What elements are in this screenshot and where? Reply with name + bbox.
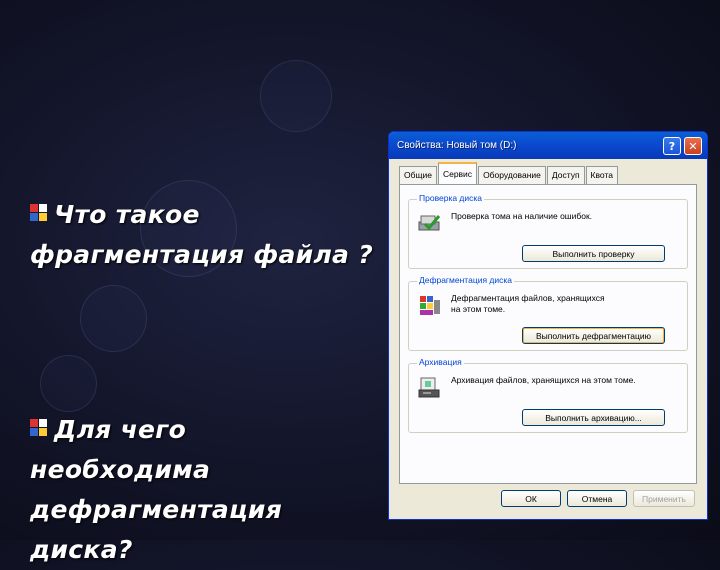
bullet-defragmentation: Для чего необходима дефрагментация диска…	[30, 410, 360, 570]
group-title: Дефрагментация диска	[417, 275, 514, 285]
title-bar[interactable]: Свойства: Новый том (D:) ? ✕	[389, 132, 707, 159]
group-check-disk: Проверка диска Проверка тома на наличие …	[408, 193, 688, 269]
cancel-button[interactable]: Отмена	[567, 490, 627, 507]
dialog-title: Свойства: Новый том (D:)	[397, 140, 517, 151]
tab-hardware[interactable]: Оборудование	[478, 166, 546, 184]
decor-circle	[80, 285, 147, 352]
tools-panel: Проверка диска Проверка тома на наличие …	[399, 184, 697, 484]
decor-circle	[40, 355, 97, 412]
group-description: Архивация файлов, хранящихся на этом том…	[451, 375, 636, 385]
decor-circle	[260, 60, 332, 132]
check-disk-icon	[418, 215, 441, 231]
run-defrag-button[interactable]: Выполнить дефрагментацию	[522, 327, 665, 344]
tab-quota[interactable]: Квота	[585, 166, 618, 184]
bullet-fragmentation-text: Что такое фрагментация файла ?	[30, 200, 374, 269]
group-description: Дефрагментация файлов, хранящихся на это…	[451, 293, 605, 314]
group-backup: Архивация Архивация файлов, хранящихся н…	[408, 357, 688, 433]
run-check-button[interactable]: Выполнить проверку	[522, 245, 665, 262]
ok-button[interactable]: ОК	[501, 490, 561, 507]
close-button[interactable]: ✕	[684, 137, 702, 155]
properties-dialog: Свойства: Новый том (D:) ? ✕ Общие Серви…	[388, 131, 708, 520]
tab-strip: Общие Сервис Оборудование Доступ Квота	[399, 162, 619, 184]
tab-sharing[interactable]: Доступ	[546, 166, 585, 184]
tab-general[interactable]: Общие	[399, 166, 437, 184]
help-button[interactable]: ?	[663, 137, 681, 155]
bullet-defragmentation-text: Для чего необходима дефрагментация диска…	[30, 415, 283, 564]
windows-flag-icon	[30, 204, 48, 222]
windows-flag-icon	[30, 419, 48, 437]
group-description: Проверка тома на наличие ошибок.	[451, 211, 593, 221]
group-title: Проверка диска	[417, 193, 485, 203]
run-backup-button[interactable]: Выполнить архивацию...	[522, 409, 665, 426]
apply-button[interactable]: Применить	[633, 490, 695, 507]
defrag-icon	[420, 296, 440, 315]
bullet-fragmentation: Что такое фрагментация файла ?	[30, 195, 375, 275]
tab-tools[interactable]: Сервис	[437, 162, 478, 184]
group-title: Архивация	[417, 357, 464, 367]
group-defrag: Дефрагментация диска Дефрагментация файл…	[408, 275, 688, 351]
backup-icon	[418, 377, 440, 398]
